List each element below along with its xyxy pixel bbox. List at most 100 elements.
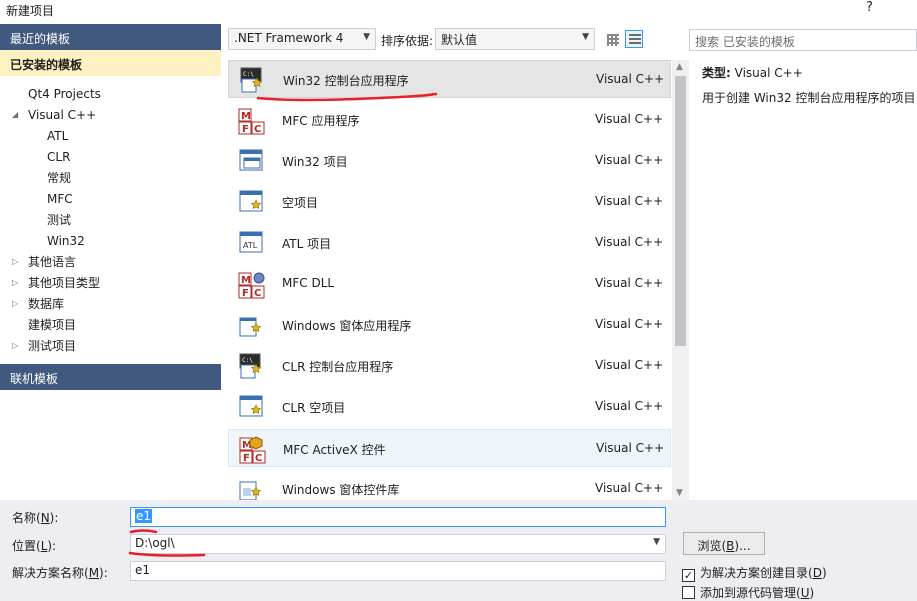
template-row[interactable]: M F C MFC 应用程序 Visual C++ <box>228 101 671 139</box>
empty-project-icon <box>237 187 267 217</box>
template-row[interactable]: ATL ATL 项目 Visual C++ <box>228 224 671 262</box>
template-language: Visual C++ <box>595 399 664 413</box>
chevron-down-icon[interactable]: ▼ <box>653 537 660 547</box>
template-name: 空项目 <box>282 196 319 210</box>
help-button[interactable]: ? <box>866 0 873 15</box>
template-row[interactable]: M F C MFC DLL Visual C++ <box>228 265 671 303</box>
tree-item[interactable]: 其他语言 <box>28 252 76 272</box>
svg-text:C:\: C:\ <box>243 71 254 78</box>
solution-name-value: e1 <box>135 563 151 577</box>
svg-text:M: M <box>241 275 251 286</box>
template-language: Visual C++ <box>596 72 665 86</box>
tree-item[interactable]: Win32 <box>47 231 85 251</box>
solution-name-label: 解决方案名称(M): <box>12 566 108 580</box>
tree-item[interactable]: 常规 <box>47 168 71 188</box>
template-category-pane: 最近的模板 已安装的模板 Qt4 Projects ◢ Visual C++ ATL C… <box>0 24 221 500</box>
template-name: CLR 空项目 <box>282 401 346 415</box>
template-row[interactable]: Windows 窗体控件库 Visual C++ <box>228 470 671 500</box>
tree-expander-icon[interactable]: ▷ <box>12 252 20 272</box>
svg-text:F: F <box>242 124 249 135</box>
tree-item[interactable]: Visual C++ <box>28 105 96 125</box>
clr-console-icon: C:\ <box>237 351 267 381</box>
search-input[interactable]: 搜索 已安装的模板 <box>689 29 917 51</box>
tree-item[interactable]: MFC <box>47 189 73 209</box>
sort-select[interactable]: 默认值 ▼ <box>435 28 595 50</box>
template-language: Visual C++ <box>595 481 664 495</box>
template-language: Visual C++ <box>595 235 664 249</box>
template-language: Visual C++ <box>595 317 664 331</box>
location-label: 位置(L): <box>12 539 57 553</box>
chevron-down-icon: ▼ <box>582 32 589 42</box>
template-list-scrollbar[interactable]: ▲ ▼ <box>672 60 689 500</box>
tree-item[interactable]: 测试项目 <box>28 336 76 356</box>
template-name: Win32 项目 <box>282 155 348 169</box>
template-name: Windows 窗体应用程序 <box>282 319 412 333</box>
template-row[interactable]: 空项目 Visual C++ <box>228 183 671 221</box>
tree-item[interactable]: 建模项目 <box>28 315 76 335</box>
tree-item[interactable]: ATL <box>47 126 68 146</box>
template-name: MFC 应用程序 <box>282 114 360 128</box>
list-view-icon <box>629 34 641 46</box>
online-templates-header[interactable]: 联机模板 <box>0 364 221 390</box>
svg-text:C: C <box>254 124 261 135</box>
mfc-dll-icon: MFC <box>237 269 267 299</box>
chevron-down-icon: ▼ <box>363 32 370 42</box>
template-language: Visual C++ <box>595 358 664 372</box>
checkbox-icon[interactable] <box>682 586 695 599</box>
template-language: Visual C++ <box>595 112 664 126</box>
tree-item[interactable]: 数据库 <box>28 294 64 314</box>
window-title: 新建项目 <box>6 4 55 18</box>
title-bar: 新建项目 ? <box>0 0 917 22</box>
tree-expander-icon[interactable]: ▷ <box>12 336 20 356</box>
mfc-activex-icon: MFC <box>238 434 268 464</box>
clr-empty-icon <box>237 392 267 422</box>
template-row[interactable]: C:\ CLR 控制台应用程序 Visual C++ <box>228 347 671 385</box>
template-row[interactable]: M F C MFC ActiveX 控件 Visual C++ <box>228 429 671 467</box>
details-view-button[interactable] <box>625 30 643 48</box>
template-language: Visual C++ <box>595 276 664 290</box>
scroll-up-icon[interactable]: ▲ <box>676 62 683 72</box>
template-row[interactable]: CLR 空项目 Visual C++ <box>228 388 671 426</box>
tree-item[interactable]: CLR <box>47 147 70 167</box>
tree-item[interactable]: 其他项目类型 <box>28 273 100 293</box>
template-name: CLR 控制台应用程序 <box>282 360 394 374</box>
framework-select[interactable]: .NET Framework 4 ▼ <box>228 28 376 50</box>
template-type: 类型: Visual C++ <box>702 64 803 81</box>
installed-templates-header[interactable]: 已安装的模板 <box>0 50 221 76</box>
name-value: e1 <box>135 509 153 523</box>
template-name: MFC DLL <box>282 276 335 290</box>
create-directory-checkbox[interactable]: ✓ 为解决方案创建目录(D) <box>682 564 827 582</box>
tree-expander-icon[interactable]: ▷ <box>12 294 20 314</box>
forms-control-icon <box>237 474 267 500</box>
checkbox-icon[interactable]: ✓ <box>682 569 695 582</box>
tree-item[interactable]: 测试 <box>47 210 71 230</box>
console-app-icon: C:\ <box>238 65 268 95</box>
small-icons-view-button[interactable] <box>603 30 621 48</box>
name-input[interactable]: e1 <box>130 507 666 527</box>
template-name: Windows 窗体控件库 <box>282 483 400 497</box>
browse-button[interactable]: 浏览(B)... <box>683 532 765 555</box>
template-description: 用于创建 Win32 控制台应用程序的项目 <box>702 91 916 105</box>
template-name: MFC ActiveX 控件 <box>283 443 386 457</box>
solution-name-input[interactable]: e1 <box>130 561 666 581</box>
recent-templates-header[interactable]: 最近的模板 <box>0 24 221 50</box>
template-name: ATL 项目 <box>282 237 332 251</box>
template-row[interactable]: Windows 窗体应用程序 Visual C++ <box>228 306 671 344</box>
svg-text:C: C <box>255 453 262 464</box>
atl-icon: ATL <box>237 228 267 258</box>
scrollbar-thumb[interactable] <box>675 76 686 346</box>
template-row[interactable]: C:\ Win32 控制台应用程序 Visual C++ <box>228 60 671 98</box>
forms-app-icon <box>237 310 267 340</box>
tree-item[interactable]: Qt4 Projects <box>28 84 101 104</box>
add-source-control-checkbox[interactable]: 添加到源代码管理(U) <box>682 584 814 601</box>
framework-value: .NET Framework 4 <box>234 31 344 45</box>
mfc-icon: MFC <box>237 105 267 135</box>
template-name: Win32 控制台应用程序 <box>283 74 409 88</box>
project-form: 名称(N): e1 位置(L): D:\ogl\ ▼ 浏览(B)... 解决方案… <box>0 500 917 601</box>
template-list: C:\ Win32 控制台应用程序 Visual C++ M F C MFC 应用程序 Vis… <box>228 60 671 500</box>
scroll-down-icon[interactable]: ▼ <box>676 488 683 498</box>
tree-expander-icon[interactable]: ◢ <box>12 105 20 125</box>
location-combo[interactable]: D:\ogl\ ▼ <box>130 534 666 554</box>
tree-expander-icon[interactable]: ▷ <box>12 273 20 293</box>
template-row[interactable]: Win32 项目 Visual C++ <box>228 142 671 180</box>
